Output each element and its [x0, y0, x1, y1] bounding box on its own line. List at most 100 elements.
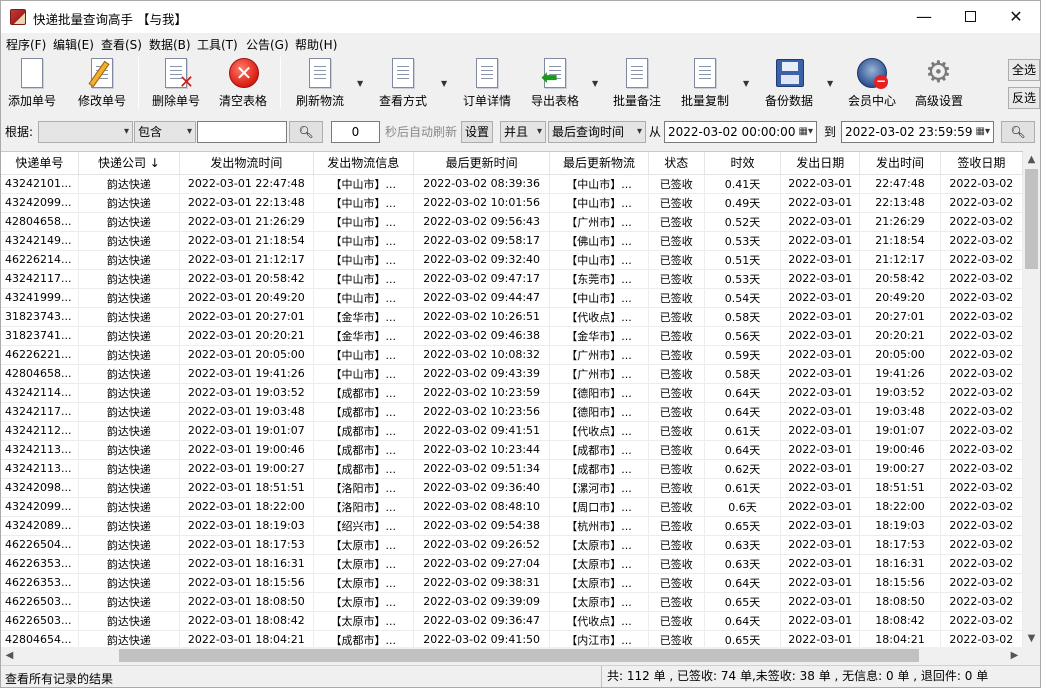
view-mode-button[interactable]: 查看方式 — [375, 55, 431, 111]
backup-data-button[interactable]: 备份数据 — [761, 55, 817, 111]
column-header[interactable]: 发出日期 — [780, 152, 861, 175]
table-cell: 2022-03-02 10:01:56 — [413, 193, 551, 213]
refresh-dropdown-icon[interactable]: ▼ — [357, 79, 363, 88]
minimize-button[interactable]: — — [901, 1, 947, 33]
menu-program[interactable]: 程序(F) — [6, 36, 46, 53]
export-table-button[interactable]: ⬅ 导出表格 — [527, 55, 583, 111]
time-field-select[interactable]: 最后查询时间 ▾ — [548, 121, 646, 143]
table-row[interactable]: 46226353... 韵达快递 2022-03-01 18:16:31 【太原市】.… — [1, 554, 1024, 574]
match-select[interactable]: 包含 ▾ — [134, 121, 196, 143]
table-row[interactable]: 42804654... 韵达快递 2022-03-01 18:04:21 【成都市】.… — [1, 630, 1024, 647]
table-cell: 已签收 — [648, 440, 705, 460]
table-row[interactable]: 43242117... 韵达快递 2022-03-01 20:58:42 【中山市】.… — [1, 269, 1024, 289]
table-row[interactable]: 43242089... 韵达快递 2022-03-01 18:19:03 【绍兴市】.… — [1, 516, 1024, 536]
search-button[interactable]: 🔍︎ — [289, 121, 323, 143]
order-detail-button[interactable]: 订单详情 — [459, 55, 515, 111]
table-cell: 2022-03-02 08:39:36 — [413, 174, 551, 194]
basis-select[interactable]: ▾ — [38, 121, 133, 143]
order-detail-icon — [471, 57, 503, 91]
table-cell: 2022-03-02 09:47:17 — [413, 269, 551, 289]
table-row[interactable]: 43242099... 韵达快递 2022-03-01 18:22:00 【洛阳市】.… — [1, 497, 1024, 517]
export-dropdown-icon[interactable]: ▼ — [592, 79, 598, 88]
column-header[interactable]: 最后更新物流 — [549, 152, 649, 175]
maximize-button[interactable] — [947, 1, 993, 33]
menu-notice[interactable]: 公告(G) — [246, 36, 289, 53]
table-row[interactable]: 43242112... 韵达快递 2022-03-01 19:01:07 【成都市】.… — [1, 421, 1024, 441]
table-row[interactable]: 43242117... 韵达快递 2022-03-01 19:03:48 【成都市】.… — [1, 402, 1024, 422]
delete-doc-icon: ✕ — [160, 57, 194, 92]
batch-note-icon — [621, 57, 653, 91]
column-header[interactable]: 快递公司 ↓ — [78, 152, 181, 175]
table-cell: 【中山市】... — [313, 231, 414, 251]
scroll-right-icon[interactable]: ▶ — [1006, 647, 1023, 664]
menu-tools[interactable]: 工具(T) — [197, 36, 238, 53]
clear-table-button[interactable]: ✕ 清空表格 — [215, 55, 271, 111]
refresh-seconds-input[interactable]: 0 — [331, 121, 380, 143]
delete-number-button[interactable]: ✕ 删除单号 — [149, 55, 203, 111]
member-center-button[interactable]: 会员中心 — [844, 55, 900, 111]
table-row[interactable]: 46226221... 韵达快递 2022-03-01 20:05:00 【中山市】.… — [1, 345, 1024, 365]
edit-doc-icon — [86, 57, 118, 91]
column-header[interactable]: 最后更新时间 — [413, 152, 551, 175]
table-row[interactable]: 43242099... 韵达快递 2022-03-01 22:13:48 【中山市】.… — [1, 193, 1024, 213]
vertical-scroll-thumb[interactable] — [1025, 169, 1038, 269]
table-row[interactable]: 31823741... 韵达快递 2022-03-01 20:20:21 【金华市】.… — [1, 326, 1024, 346]
logic-select[interactable]: 并且 ▾ — [500, 121, 546, 143]
horizontal-scroll-thumb[interactable] — [119, 649, 919, 662]
table-row[interactable]: 31823743... 韵达快递 2022-03-01 20:27:01 【金华市】.… — [1, 307, 1024, 327]
horizontal-scrollbar[interactable]: ◀ ▶ — [1, 647, 1023, 664]
column-header[interactable]: 签收日期 — [940, 152, 1024, 175]
vertical-scrollbar[interactable]: ▲ ▼ — [1023, 151, 1040, 647]
table-cell: 韵达快递 — [78, 307, 181, 327]
add-number-button[interactable]: 添加单号 — [5, 55, 59, 111]
batch-copy-button[interactable]: 批量复制 — [677, 55, 733, 111]
select-all-button[interactable]: 全选 — [1008, 59, 1040, 81]
menu-help[interactable]: 帮助(H) — [295, 36, 337, 53]
edit-number-button[interactable]: 修改单号 — [75, 55, 129, 111]
table-cell: 【成都市】... — [313, 459, 414, 479]
table-row[interactable]: 43241999... 韵达快递 2022-03-01 20:49:20 【中山市】.… — [1, 288, 1024, 308]
set-button[interactable]: 设置 — [461, 121, 493, 143]
column-header[interactable]: 状态 — [648, 152, 705, 175]
menu-view[interactable]: 查看(S) — [101, 36, 142, 53]
table-cell: 43242114... — [1, 383, 79, 403]
table-row[interactable]: 43242149... 韵达快递 2022-03-01 21:18:54 【中山市】.… — [1, 231, 1024, 251]
batch-note-button[interactable]: 批量备注 — [609, 55, 665, 111]
column-header[interactable]: 发出时间 — [859, 152, 941, 175]
backup-dropdown-icon[interactable]: ▼ — [827, 79, 833, 88]
advanced-settings-button[interactable]: ⚙ 高级设置 — [911, 55, 967, 111]
scroll-down-icon[interactable]: ▼ — [1023, 630, 1040, 647]
refresh-logistics-button[interactable]: 刷新物流 — [293, 55, 347, 111]
scroll-left-icon[interactable]: ◀ — [1, 647, 18, 664]
menu-data[interactable]: 数据(B) — [149, 36, 191, 53]
menu-edit[interactable]: 编辑(E) — [53, 36, 94, 53]
invert-select-button[interactable]: 反选 — [1008, 87, 1040, 109]
table-row[interactable]: 46226503... 韵达快递 2022-03-01 18:08:50 【太原市】.… — [1, 592, 1024, 612]
to-datetime-picker[interactable]: 2022-03-02 23:59:59 ▦▾ — [841, 121, 994, 143]
view-mode-dropdown-icon[interactable]: ▼ — [441, 79, 447, 88]
table-row[interactable]: 42804658... 韵达快递 2022-03-01 19:41:26 【中山市】.… — [1, 364, 1024, 384]
batch-copy-dropdown-icon[interactable]: ▼ — [743, 79, 749, 88]
query-button[interactable]: 🔍︎ — [1001, 121, 1035, 143]
column-header[interactable]: 快递单号 — [1, 152, 79, 175]
table-cell: 18:17:53 — [859, 535, 941, 555]
table-row[interactable]: 46226503... 韵达快递 2022-03-01 18:08:42 【太原市】.… — [1, 611, 1024, 631]
table-cell: 2022-03-01 19:00:46 — [179, 440, 314, 460]
column-header[interactable]: 时效 — [704, 152, 782, 175]
column-header[interactable]: 发出物流信息 — [313, 152, 414, 175]
table-row[interactable]: 46226353... 韵达快递 2022-03-01 18:15:56 【太原市】.… — [1, 573, 1024, 593]
table-row[interactable]: 43242113... 韵达快递 2022-03-01 19:00:46 【成都市】.… — [1, 440, 1024, 460]
table-row[interactable]: 46226504... 韵达快递 2022-03-01 18:17:53 【太原市】.… — [1, 535, 1024, 555]
keyword-input[interactable] — [197, 121, 287, 143]
table-row[interactable]: 43242114... 韵达快递 2022-03-01 19:03:52 【成都市】.… — [1, 383, 1024, 403]
table-row[interactable]: 46226214... 韵达快递 2022-03-01 21:12:17 【中山市】.… — [1, 250, 1024, 270]
table-cell: 2022-03-02 09:38:31 — [413, 573, 551, 593]
table-row[interactable]: 43242113... 韵达快递 2022-03-01 19:00:27 【成都市】.… — [1, 459, 1024, 479]
table-row[interactable]: 43242098... 韵达快递 2022-03-01 18:51:51 【洛阳市】.… — [1, 478, 1024, 498]
column-header[interactable]: 发出物流时间 — [179, 152, 314, 175]
close-button[interactable]: ✕ — [993, 1, 1039, 33]
table-row[interactable]: 42804658... 韵达快递 2022-03-01 21:26:29 【中山市】.… — [1, 212, 1024, 232]
scroll-up-icon[interactable]: ▲ — [1023, 151, 1040, 168]
table-row[interactable]: 43242101... 韵达快递 2022-03-01 22:47:48 【中山市】.… — [1, 174, 1024, 194]
from-datetime-picker[interactable]: 2022-03-02 00:00:00 ▦▾ — [664, 121, 817, 143]
